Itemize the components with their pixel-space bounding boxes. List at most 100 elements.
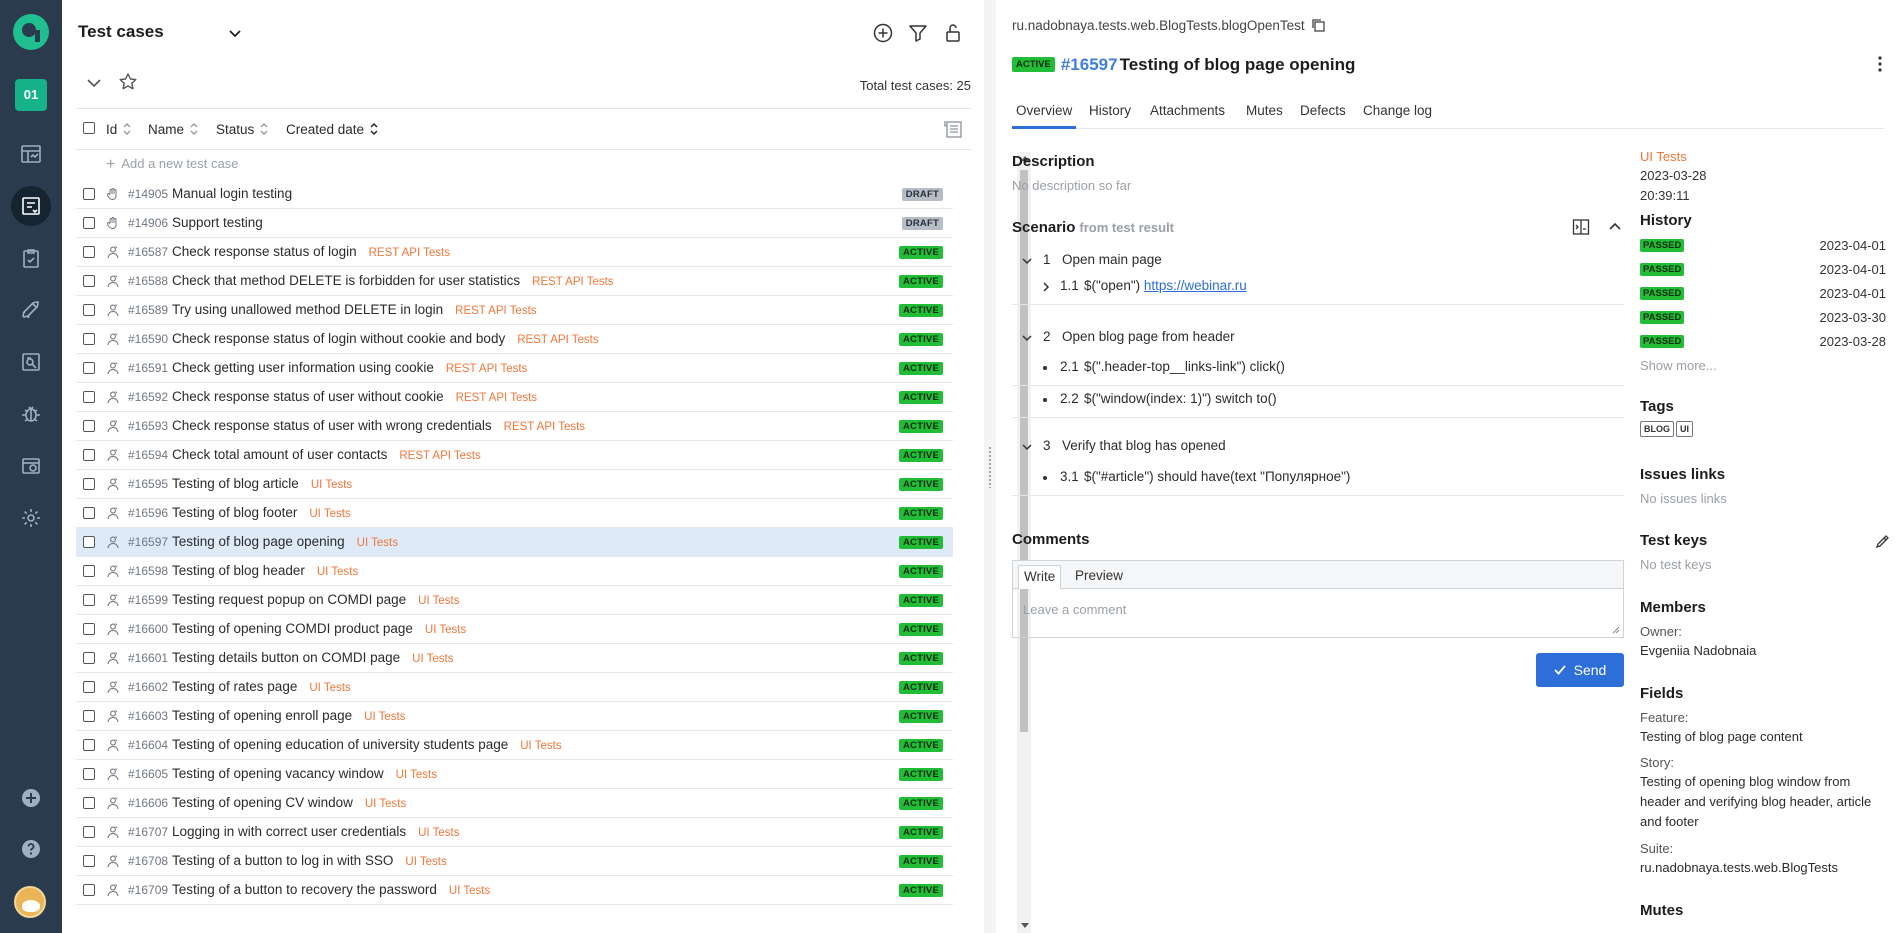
- test-cases-icon[interactable]: [11, 186, 51, 226]
- tab-mutes[interactable]: Mutes: [1246, 103, 1283, 129]
- table-row[interactable]: #16598 Testing of blog header UI Tests ACTI…: [76, 557, 953, 586]
- panel-title[interactable]: Test cases: [78, 22, 164, 42]
- column-status[interactable]: Status: [216, 122, 268, 137]
- settings-icon[interactable]: [11, 498, 51, 538]
- drag-handle-icon[interactable]: [988, 446, 992, 488]
- row-checkbox[interactable]: [83, 855, 95, 867]
- user-avatar[interactable]: [14, 886, 46, 918]
- add-test-case-icon[interactable]: [872, 22, 894, 44]
- tab-preview[interactable]: Preview: [1075, 568, 1123, 583]
- chevron-right-icon[interactable]: [1040, 281, 1052, 293]
- project-badge[interactable]: 01: [15, 79, 47, 111]
- jobs-icon[interactable]: [11, 446, 51, 486]
- column-created-date[interactable]: Created date: [286, 122, 378, 137]
- webinar-link[interactable]: https://webinar.ru: [1144, 278, 1247, 293]
- table-row[interactable]: #16604 Testing of opening education of un…: [76, 731, 953, 760]
- row-checkbox[interactable]: [83, 304, 95, 316]
- chevron-down-icon[interactable]: [1021, 441, 1033, 453]
- row-checkbox[interactable]: [83, 652, 95, 664]
- row-checkbox[interactable]: [83, 797, 95, 809]
- panel-resizer[interactable]: [984, 0, 996, 933]
- collapse-chevron-icon[interactable]: [86, 76, 102, 90]
- row-checkbox[interactable]: [83, 739, 95, 751]
- table-row[interactable]: #14905 Manual login testing DRAFT: [76, 180, 953, 209]
- row-checkbox[interactable]: [83, 449, 95, 461]
- tab-overview[interactable]: Overview: [1012, 103, 1077, 129]
- tab-attachments[interactable]: Attachments: [1150, 103, 1225, 129]
- row-checkbox[interactable]: [83, 333, 95, 345]
- table-row[interactable]: #16709 Testing of a button to recovery th…: [76, 876, 953, 905]
- table-row[interactable]: #16591 Check getting user information usi…: [76, 354, 953, 383]
- table-row[interactable]: #16595 Testing of blog article UI Tests ACT…: [76, 470, 953, 499]
- test-case-name[interactable]: Testing of blog page opening: [1120, 55, 1356, 74]
- resize-handle-icon[interactable]: [1612, 626, 1620, 634]
- table-row[interactable]: #16597 Testing of blog page opening UI Tes…: [76, 528, 953, 557]
- history-item[interactable]: PASSED 2023-04-01: [1640, 236, 1886, 256]
- history-item[interactable]: PASSED 2023-04-01: [1640, 260, 1886, 280]
- tag-blog[interactable]: BLOG: [1640, 421, 1674, 437]
- add-icon[interactable]: [11, 778, 51, 818]
- scenario-source-icon[interactable]: [1572, 218, 1590, 236]
- table-row[interactable]: #16603 Testing of opening enroll page UI T…: [76, 702, 953, 731]
- dashboard-icon[interactable]: [11, 134, 51, 174]
- more-options-icon[interactable]: [1878, 56, 1882, 72]
- edit-pencil-icon[interactable]: [1874, 534, 1890, 550]
- tab-history[interactable]: History: [1089, 103, 1131, 129]
- row-checkbox[interactable]: [83, 623, 95, 635]
- table-row[interactable]: #16707 Logging in with correct user crede…: [76, 818, 953, 847]
- row-checkbox[interactable]: [83, 362, 95, 374]
- history-item[interactable]: PASSED 2023-03-28: [1640, 332, 1886, 352]
- table-row[interactable]: #16600 Testing of opening COMDI product p…: [76, 615, 953, 644]
- table-row[interactable]: #16602 Testing of rates page UI Tests ACTIV…: [76, 673, 953, 702]
- scenario-step[interactable]: 1 Open main page: [1012, 251, 1624, 273]
- unlock-icon[interactable]: [942, 22, 964, 44]
- tree-view-icon[interactable]: [943, 119, 963, 139]
- tag-ui[interactable]: UI: [1676, 421, 1693, 437]
- table-row[interactable]: #16594 Check total amount of user contact…: [76, 441, 953, 470]
- table-row[interactable]: #16605 Testing of opening vacancy window U…: [76, 760, 953, 789]
- row-checkbox[interactable]: [83, 826, 95, 838]
- chevron-down-icon[interactable]: [1021, 332, 1033, 344]
- add-test-case-row[interactable]: + Add a new test case: [106, 156, 238, 174]
- help-icon[interactable]: [11, 829, 51, 869]
- table-row[interactable]: #16592 Check response status of user with…: [76, 383, 953, 412]
- chevron-down-icon[interactable]: [228, 26, 242, 40]
- analytics-icon[interactable]: [11, 342, 51, 382]
- table-row[interactable]: #16606 Testing of opening CV window UI Tes…: [76, 789, 953, 818]
- table-row[interactable]: #16587 Check response status of login REST…: [76, 238, 953, 267]
- row-checkbox[interactable]: [83, 275, 95, 287]
- row-checkbox[interactable]: [83, 884, 95, 896]
- send-button[interactable]: Send: [1536, 653, 1624, 687]
- row-checkbox[interactable]: [83, 246, 95, 258]
- row-checkbox[interactable]: [83, 420, 95, 432]
- select-all-checkbox[interactable]: [83, 122, 95, 134]
- collapse-scenario-icon[interactable]: [1606, 218, 1624, 236]
- test-plans-icon[interactable]: [11, 238, 51, 278]
- comment-editor[interactable]: Write Preview Leave a comment: [1012, 560, 1624, 638]
- tab-write[interactable]: Write: [1018, 565, 1062, 589]
- column-name[interactable]: Name: [148, 122, 198, 137]
- row-checkbox[interactable]: [83, 478, 95, 490]
- defects-icon[interactable]: [11, 394, 51, 434]
- row-checkbox[interactable]: [83, 536, 95, 548]
- row-checkbox[interactable]: [83, 768, 95, 780]
- table-row[interactable]: #14906 Support testing DRAFT: [76, 209, 953, 238]
- show-more-link[interactable]: Show more...: [1640, 358, 1717, 373]
- tab-defects[interactable]: Defects: [1300, 103, 1346, 129]
- scenario-step[interactable]: 3 Verify that blog has opened: [1012, 437, 1624, 459]
- filter-icon[interactable]: [907, 22, 929, 44]
- row-checkbox[interactable]: [83, 565, 95, 577]
- table-row[interactable]: #16596 Testing of blog footer UI Tests ACTI…: [76, 499, 953, 528]
- history-item[interactable]: PASSED 2023-03-30: [1640, 308, 1886, 328]
- table-row[interactable]: #16599 Testing request popup on COMDI pag…: [76, 586, 953, 615]
- row-checkbox[interactable]: [83, 594, 95, 606]
- tab-change-log[interactable]: Change log: [1363, 103, 1432, 129]
- table-row[interactable]: #16593 Check response status of user with…: [76, 412, 953, 441]
- chevron-down-icon[interactable]: [1021, 255, 1033, 267]
- row-checkbox[interactable]: [83, 710, 95, 722]
- copy-icon[interactable]: [1310, 17, 1326, 33]
- table-row[interactable]: #16588 Check that method DELETE is forbid…: [76, 267, 953, 296]
- row-checkbox[interactable]: [83, 681, 95, 693]
- table-row[interactable]: #16590 Check response status of login wit…: [76, 325, 953, 354]
- launches-icon[interactable]: [11, 290, 51, 330]
